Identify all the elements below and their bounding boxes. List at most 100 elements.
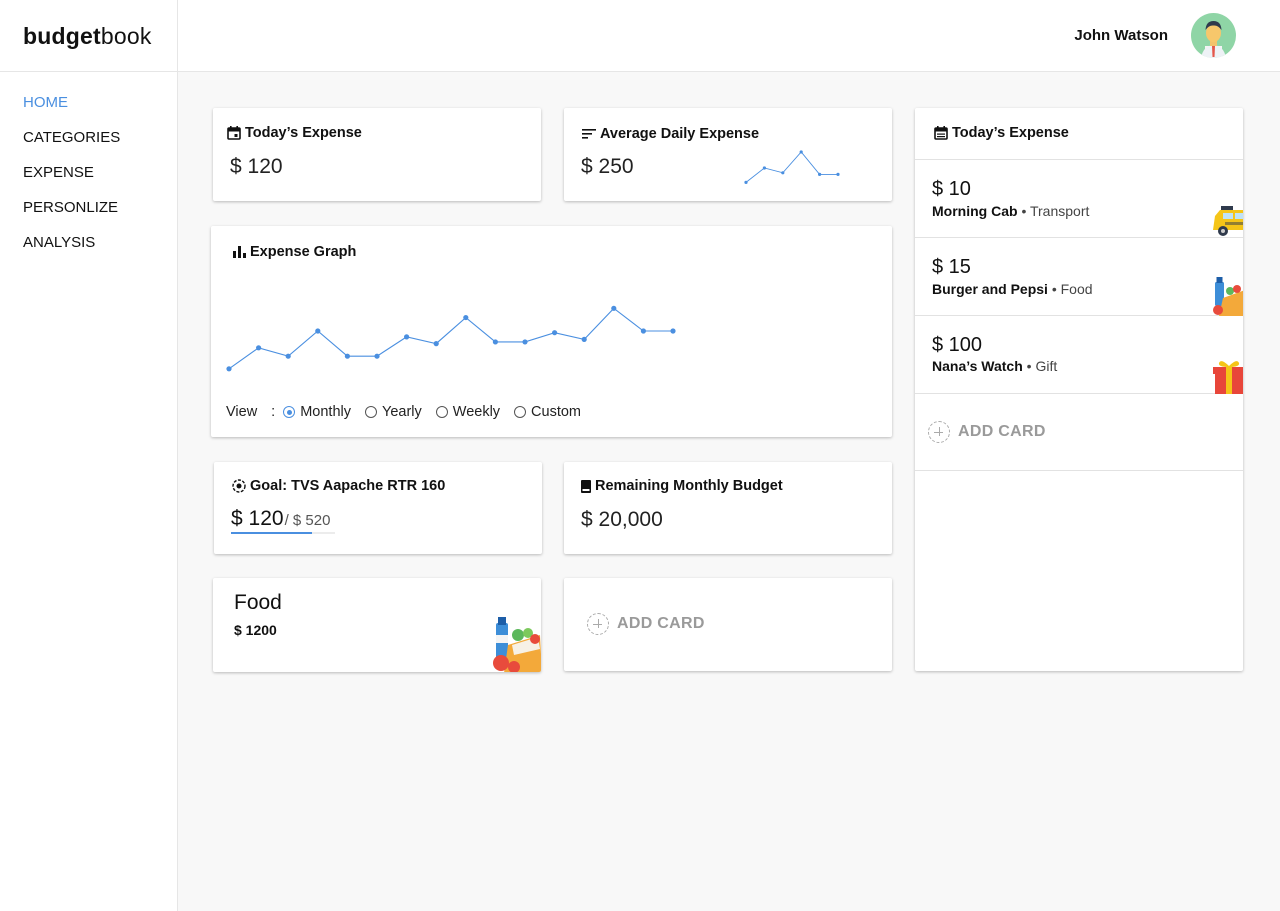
goal-card[interactable]: Goal: TVS Aapache RTR 160 $ 120 / $ 520	[214, 462, 542, 554]
data-point[interactable]	[781, 171, 785, 175]
expense-amount: $ 15	[932, 256, 971, 278]
add-card-label: ADD CARD	[958, 423, 1046, 440]
todays-expense-title-text: Today’s Expense	[245, 125, 362, 141]
data-point[interactable]	[836, 172, 840, 176]
data-point[interactable]	[640, 328, 646, 334]
data-point[interactable]	[581, 336, 587, 342]
average-sparkline-chart	[744, 150, 840, 184]
expense-name: Burger and Pepsi	[932, 281, 1048, 297]
calendar-icon	[227, 126, 241, 140]
series-line	[228, 307, 673, 370]
data-point[interactable]	[762, 166, 766, 170]
calendar-icon	[934, 126, 948, 140]
data-point[interactable]	[226, 366, 232, 372]
sidebar-item-home[interactable]: HOME	[0, 92, 177, 127]
view-option-label: Monthly	[300, 404, 351, 420]
expense-graph-card: Expense Graph View : Monthly Yearly Week…	[211, 226, 892, 437]
data-point[interactable]	[552, 330, 558, 336]
expense-description: Burger and Pepsi • Food	[932, 281, 1093, 297]
expense-list-item[interactable]: $ 15 Burger and Pepsi • Food	[915, 238, 1243, 316]
goal-progress-fill	[231, 532, 313, 534]
goal-saved-amount: $ 120	[231, 507, 284, 530]
radio-unchecked-icon[interactable]	[514, 406, 527, 418]
remaining-budget-amount: $ 20,000	[581, 508, 663, 531]
todays-expense-list-panel: Today’s Expense $ 10 Morning Cab • Trans…	[915, 108, 1243, 671]
brand-logo[interactable]: budget book	[0, 0, 178, 72]
divider	[915, 470, 1243, 471]
view-option-custom[interactable]: Custom	[514, 404, 581, 420]
food-card-name: Food	[234, 591, 282, 614]
goal-target-amount: / $ 520	[284, 512, 331, 529]
radio-checked-icon[interactable]	[283, 406, 296, 418]
data-point[interactable]	[433, 341, 439, 347]
sidebar-item-personlize[interactable]: PERSONLIZE	[0, 197, 177, 232]
expense-list-item[interactable]: $ 10 Morning Cab • Transport	[915, 160, 1243, 238]
food-category-card[interactable]: Food $ 1200	[213, 578, 541, 672]
average-daily-expense-title: Average Daily Expense	[582, 126, 759, 142]
data-point[interactable]	[522, 339, 528, 345]
sort-lines-icon	[582, 129, 596, 139]
data-point[interactable]	[404, 334, 410, 340]
data-point[interactable]	[818, 172, 822, 176]
remaining-budget-card[interactable]: Remaining Monthly Budget $ 20,000	[564, 462, 892, 554]
expense-line-chart	[226, 305, 676, 372]
view-selector: View : Monthly Yearly Weekly Custom	[226, 404, 595, 420]
brand-light-text: book	[100, 22, 152, 49]
view-option-weekly[interactable]: Weekly	[435, 404, 501, 420]
expense-amount: $ 10	[932, 178, 971, 200]
expense-graph-title: Expense Graph	[233, 244, 356, 260]
goal-title-text: Goal: TVS Aapache RTR 160	[250, 478, 446, 494]
average-daily-expense-card[interactable]: Average Daily Expense $ 250	[564, 108, 892, 201]
radio-unchecked-icon[interactable]	[364, 406, 377, 418]
todays-expense-title: Today’s Expense	[227, 125, 362, 141]
view-option-monthly[interactable]: Monthly	[283, 404, 351, 420]
brand-bold-text: budget	[23, 22, 101, 49]
data-point[interactable]	[344, 353, 350, 359]
data-point[interactable]	[463, 314, 469, 321]
expense-name: Nana’s Watch	[932, 358, 1023, 374]
add-circle-icon	[928, 421, 950, 443]
book-icon	[581, 479, 591, 493]
view-option-label: Custom	[531, 404, 582, 420]
add-card-tile[interactable]: ADD CARD	[564, 578, 892, 671]
goal-progress-track	[231, 532, 335, 534]
expense-graph-title-text: Expense Graph	[250, 244, 357, 260]
add-card-label: ADD CARD	[617, 615, 705, 632]
data-point[interactable]	[611, 305, 617, 311]
average-daily-expense-title-text: Average Daily Expense	[600, 126, 760, 142]
remaining-budget-title-text: Remaining Monthly Budget	[595, 478, 783, 494]
food-card-amount: $ 1200	[234, 622, 277, 638]
radio-unchecked-icon[interactable]	[435, 406, 448, 418]
todays-expense-card[interactable]: Today’s Expense $ 120	[213, 108, 541, 201]
user-avatar[interactable]	[1191, 13, 1236, 58]
expense-list-item[interactable]: $ 100 Nana’s Watch • Gift	[915, 316, 1243, 394]
target-icon	[232, 479, 246, 493]
view-option-yearly[interactable]: Yearly	[364, 404, 422, 420]
data-point[interactable]	[315, 328, 321, 334]
data-point[interactable]	[744, 180, 748, 184]
groceries-icon	[493, 617, 541, 672]
data-point[interactable]	[799, 150, 803, 154]
add-card-button[interactable]: ADD CARD	[587, 613, 705, 635]
data-point[interactable]	[670, 328, 676, 334]
data-point[interactable]	[285, 353, 291, 359]
data-point[interactable]	[492, 339, 498, 345]
expense-category: • Transport	[1021, 203, 1090, 219]
gift-icon	[1213, 361, 1243, 394]
goal-title: Goal: TVS Aapache RTR 160	[232, 478, 445, 494]
user-name[interactable]: John Watson	[1074, 27, 1168, 44]
add-circle-icon	[587, 613, 609, 635]
data-point[interactable]	[374, 353, 380, 359]
sidebar-item-categories[interactable]: CATEGORIES	[0, 127, 177, 162]
view-option-label: Weekly	[452, 404, 501, 420]
view-separator: :	[271, 404, 276, 420]
add-expense-card-button[interactable]: ADD CARD	[928, 421, 1046, 443]
sidebar-item-analysis[interactable]: ANALYSIS	[0, 232, 177, 267]
sidebar: HOME CATEGORIES EXPENSE PERSONLIZE ANALY…	[0, 72, 178, 911]
top-bar: budget book John Watson	[0, 0, 1280, 72]
todays-expense-list-title: Today’s Expense	[934, 125, 1069, 141]
todays-expense-amount: $ 120	[230, 155, 283, 178]
data-point[interactable]	[256, 345, 262, 351]
expense-category: • Food	[1051, 281, 1093, 297]
sidebar-item-expense[interactable]: EXPENSE	[0, 162, 177, 197]
